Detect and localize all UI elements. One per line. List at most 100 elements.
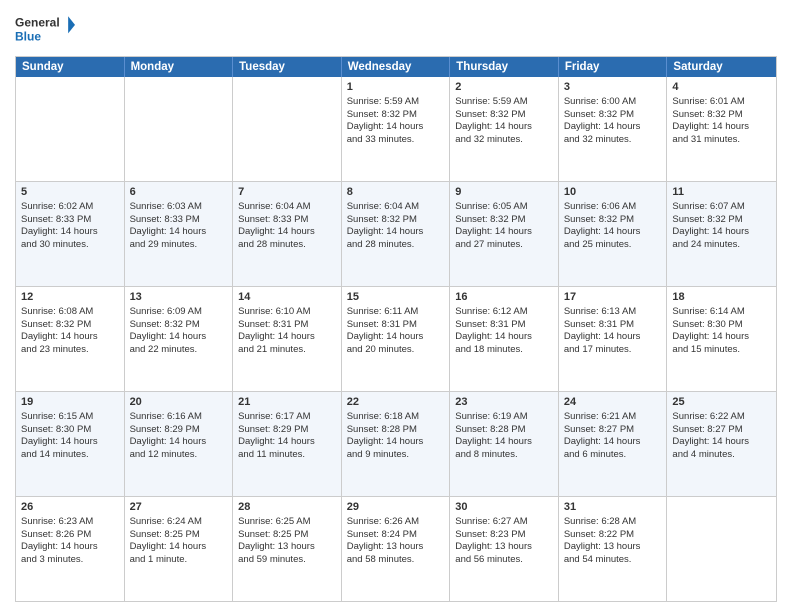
day-number-28: 28 — [238, 500, 336, 515]
day-25-line-3: Daylight: 14 hours — [672, 436, 771, 449]
day-cell-empty — [125, 77, 234, 181]
day-30-line-1: Sunrise: 6:27 AM — [455, 516, 553, 529]
day-number-4: 4 — [672, 80, 771, 95]
day-10-line-3: Daylight: 14 hours — [564, 226, 662, 239]
day-cell-3: 3Sunrise: 6:00 AMSunset: 8:32 PMDaylight… — [559, 77, 668, 181]
day-cell-5: 5Sunrise: 6:02 AMSunset: 8:33 PMDaylight… — [16, 182, 125, 286]
day-30-line-4: and 56 minutes. — [455, 554, 553, 567]
day-19-line-1: Sunrise: 6:15 AM — [21, 411, 119, 424]
day-cell-17: 17Sunrise: 6:13 AMSunset: 8:31 PMDayligh… — [559, 287, 668, 391]
day-cell-20: 20Sunrise: 6:16 AMSunset: 8:29 PMDayligh… — [125, 392, 234, 496]
day-14-line-2: Sunset: 8:31 PM — [238, 319, 336, 332]
day-16-line-1: Sunrise: 6:12 AM — [455, 306, 553, 319]
day-1-line-3: Daylight: 14 hours — [347, 121, 445, 134]
day-9-line-2: Sunset: 8:32 PM — [455, 214, 553, 227]
day-20-line-2: Sunset: 8:29 PM — [130, 424, 228, 437]
day-17-line-2: Sunset: 8:31 PM — [564, 319, 662, 332]
day-6-line-4: and 29 minutes. — [130, 239, 228, 252]
day-number-15: 15 — [347, 290, 445, 305]
day-4-line-1: Sunrise: 6:01 AM — [672, 96, 771, 109]
day-number-13: 13 — [130, 290, 228, 305]
day-12-line-2: Sunset: 8:32 PM — [21, 319, 119, 332]
day-cell-27: 27Sunrise: 6:24 AMSunset: 8:25 PMDayligh… — [125, 497, 234, 601]
day-11-line-1: Sunrise: 6:07 AM — [672, 201, 771, 214]
calendar-body: 1Sunrise: 5:59 AMSunset: 8:32 PMDaylight… — [16, 77, 776, 601]
day-7-line-4: and 28 minutes. — [238, 239, 336, 252]
day-cell-31: 31Sunrise: 6:28 AMSunset: 8:22 PMDayligh… — [559, 497, 668, 601]
day-18-line-1: Sunrise: 6:14 AM — [672, 306, 771, 319]
day-cell-26: 26Sunrise: 6:23 AMSunset: 8:26 PMDayligh… — [16, 497, 125, 601]
day-cell-empty — [16, 77, 125, 181]
day-6-line-1: Sunrise: 6:03 AM — [130, 201, 228, 214]
day-cell-10: 10Sunrise: 6:06 AMSunset: 8:32 PMDayligh… — [559, 182, 668, 286]
header-day-saturday: Saturday — [667, 57, 776, 77]
day-20-line-4: and 12 minutes. — [130, 449, 228, 462]
day-22-line-1: Sunrise: 6:18 AM — [347, 411, 445, 424]
header-day-wednesday: Wednesday — [342, 57, 451, 77]
day-16-line-3: Daylight: 14 hours — [455, 331, 553, 344]
day-number-17: 17 — [564, 290, 662, 305]
day-23-line-2: Sunset: 8:28 PM — [455, 424, 553, 437]
day-number-7: 7 — [238, 185, 336, 200]
header-day-monday: Monday — [125, 57, 234, 77]
day-5-line-4: and 30 minutes. — [21, 239, 119, 252]
day-number-1: 1 — [347, 80, 445, 95]
day-13-line-2: Sunset: 8:32 PM — [130, 319, 228, 332]
day-6-line-2: Sunset: 8:33 PM — [130, 214, 228, 227]
day-19-line-3: Daylight: 14 hours — [21, 436, 119, 449]
day-2-line-3: Daylight: 14 hours — [455, 121, 553, 134]
day-number-3: 3 — [564, 80, 662, 95]
day-27-line-4: and 1 minute. — [130, 554, 228, 567]
day-cell-4: 4Sunrise: 6:01 AMSunset: 8:32 PMDaylight… — [667, 77, 776, 181]
week-row-3: 12Sunrise: 6:08 AMSunset: 8:32 PMDayligh… — [16, 287, 776, 392]
day-18-line-4: and 15 minutes. — [672, 344, 771, 357]
day-number-2: 2 — [455, 80, 553, 95]
day-cell-28: 28Sunrise: 6:25 AMSunset: 8:25 PMDayligh… — [233, 497, 342, 601]
day-17-line-3: Daylight: 14 hours — [564, 331, 662, 344]
day-29-line-4: and 58 minutes. — [347, 554, 445, 567]
day-cell-19: 19Sunrise: 6:15 AMSunset: 8:30 PMDayligh… — [16, 392, 125, 496]
day-11-line-4: and 24 minutes. — [672, 239, 771, 252]
day-number-20: 20 — [130, 395, 228, 410]
day-9-line-1: Sunrise: 6:05 AM — [455, 201, 553, 214]
day-number-22: 22 — [347, 395, 445, 410]
day-14-line-3: Daylight: 14 hours — [238, 331, 336, 344]
logo-svg: General Blue — [15, 10, 75, 50]
day-cell-30: 30Sunrise: 6:27 AMSunset: 8:23 PMDayligh… — [450, 497, 559, 601]
day-24-line-4: and 6 minutes. — [564, 449, 662, 462]
day-4-line-2: Sunset: 8:32 PM — [672, 109, 771, 122]
day-10-line-2: Sunset: 8:32 PM — [564, 214, 662, 227]
day-19-line-4: and 14 minutes. — [21, 449, 119, 462]
day-13-line-3: Daylight: 14 hours — [130, 331, 228, 344]
day-26-line-3: Daylight: 14 hours — [21, 541, 119, 554]
day-29-line-2: Sunset: 8:24 PM — [347, 529, 445, 542]
day-7-line-1: Sunrise: 6:04 AM — [238, 201, 336, 214]
day-number-26: 26 — [21, 500, 119, 515]
day-27-line-3: Daylight: 14 hours — [130, 541, 228, 554]
day-4-line-3: Daylight: 14 hours — [672, 121, 771, 134]
day-13-line-1: Sunrise: 6:09 AM — [130, 306, 228, 319]
day-number-11: 11 — [672, 185, 771, 200]
day-25-line-2: Sunset: 8:27 PM — [672, 424, 771, 437]
day-10-line-1: Sunrise: 6:06 AM — [564, 201, 662, 214]
day-8-line-2: Sunset: 8:32 PM — [347, 214, 445, 227]
day-cell-12: 12Sunrise: 6:08 AMSunset: 8:32 PMDayligh… — [16, 287, 125, 391]
day-31-line-3: Daylight: 13 hours — [564, 541, 662, 554]
day-11-line-3: Daylight: 14 hours — [672, 226, 771, 239]
day-27-line-2: Sunset: 8:25 PM — [130, 529, 228, 542]
day-cell-25: 25Sunrise: 6:22 AMSunset: 8:27 PMDayligh… — [667, 392, 776, 496]
day-24-line-3: Daylight: 14 hours — [564, 436, 662, 449]
day-number-23: 23 — [455, 395, 553, 410]
day-number-9: 9 — [455, 185, 553, 200]
day-21-line-4: and 11 minutes. — [238, 449, 336, 462]
day-12-line-1: Sunrise: 6:08 AM — [21, 306, 119, 319]
day-25-line-1: Sunrise: 6:22 AM — [672, 411, 771, 424]
day-26-line-2: Sunset: 8:26 PM — [21, 529, 119, 542]
day-15-line-3: Daylight: 14 hours — [347, 331, 445, 344]
day-11-line-2: Sunset: 8:32 PM — [672, 214, 771, 227]
day-4-line-4: and 31 minutes. — [672, 134, 771, 147]
day-5-line-1: Sunrise: 6:02 AM — [21, 201, 119, 214]
calendar: SundayMondayTuesdayWednesdayThursdayFrid… — [15, 56, 777, 602]
day-number-31: 31 — [564, 500, 662, 515]
day-10-line-4: and 25 minutes. — [564, 239, 662, 252]
